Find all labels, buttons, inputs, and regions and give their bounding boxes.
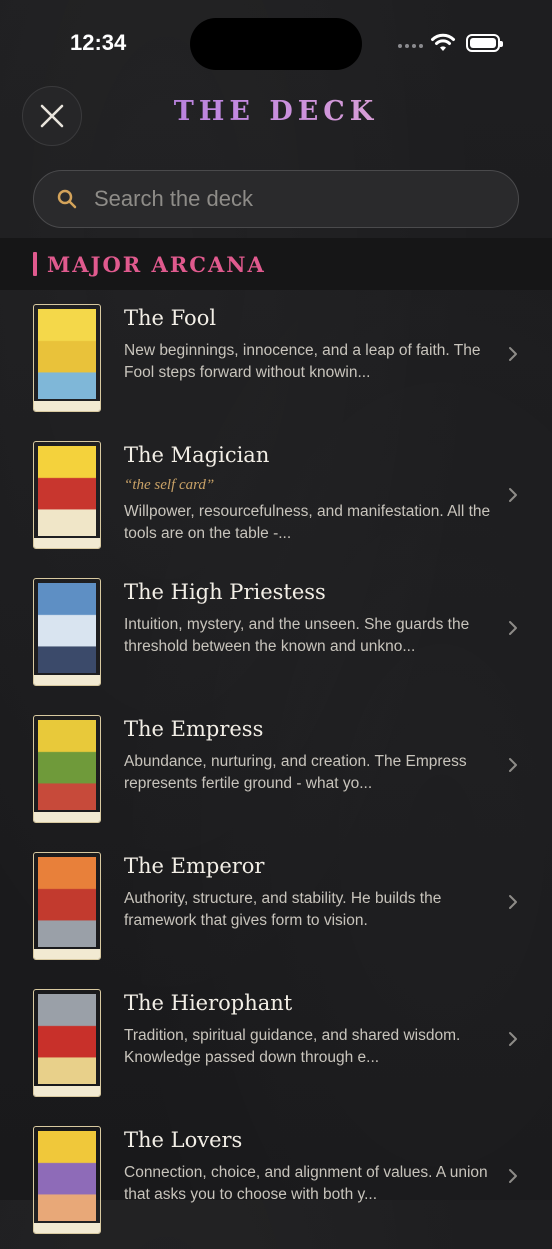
status-time: 12:34 [70,30,127,55]
card-name: The Fool [124,306,217,330]
search-bar[interactable] [33,170,519,228]
card-caption-strip [34,401,100,411]
status-bar: 12:34 [0,0,552,88]
card-artwork [38,446,96,536]
chevron-right-icon [509,895,517,909]
card-description: Intuition, mystery, and the unseen. She … [124,616,470,655]
chevron-right-icon [509,621,517,635]
card-description: New beginnings, innocence, and a leap of… [124,342,481,381]
card-row[interactable]: The Emperor Authority, structure, and st… [0,838,552,975]
card-thumbnail [33,1126,101,1234]
card-name: The Magician [124,443,270,467]
card-artwork [38,994,96,1084]
card-description: Tradition, spiritual guidance, and share… [124,1027,461,1066]
card-description: Willpower, resourcefulness, and manifest… [124,503,491,542]
card-caption-strip [34,812,100,822]
search-icon [57,189,77,209]
battery-icon [466,34,503,52]
card-caption-strip [34,1223,100,1233]
card-name: The Empress [124,717,264,741]
card-tagline: “the self card” [124,477,215,493]
card-artwork [38,720,96,810]
card-description: Connection, choice, and alignment of val… [124,1164,488,1203]
wifi-icon [431,33,455,51]
search-input[interactable] [92,185,476,213]
chevron-right-icon [509,758,517,772]
card-caption-strip [34,1086,100,1096]
card-name: The Hierophant [124,991,293,1015]
card-artwork [38,309,96,399]
cellular-signal-icon [398,44,423,48]
card-thumbnail [33,852,101,960]
card-name: The High Priestess [124,580,326,604]
card-description: Authority, structure, and stability. He … [124,890,442,929]
card-thumbnail [33,441,101,549]
chevron-right-icon [509,488,517,502]
card-row[interactable]: The High Priestess Intuition, mystery, a… [0,564,552,701]
card-thumbnail [33,304,101,412]
chevron-right-icon [509,1032,517,1046]
card-name: The Lovers [124,1128,243,1152]
card-list: The Fool New beginnings, innocence, and … [0,290,552,1249]
card-row[interactable]: The Hierophant Tradition, spiritual guid… [0,975,552,1112]
card-row[interactable]: The Lovers Connection, choice, and align… [0,1112,552,1249]
section-header: MAJOR ARCANA [0,238,552,290]
card-name: The Emperor [124,854,265,878]
chevron-right-icon [509,1169,517,1183]
card-artwork [38,857,96,947]
card-thumbnail [33,989,101,1097]
card-caption-strip [34,675,100,685]
card-artwork [38,583,96,673]
card-row[interactable]: The Magician “the self card” Willpower, … [0,427,552,564]
section-accent-bar [33,252,37,276]
page-title: THE DECK [0,96,552,127]
dynamic-island [190,18,362,70]
section-title: MAJOR ARCANA [47,251,266,277]
card-artwork [38,1131,96,1221]
chevron-right-icon [509,347,517,361]
card-row[interactable]: The Empress Abundance, nurturing, and cr… [0,701,552,838]
card-thumbnail [33,578,101,686]
card-row[interactable]: The Fool New beginnings, innocence, and … [0,290,552,427]
card-caption-strip [34,538,100,548]
card-caption-strip [34,949,100,959]
card-thumbnail [33,715,101,823]
card-description: Abundance, nurturing, and creation. The … [124,753,467,792]
